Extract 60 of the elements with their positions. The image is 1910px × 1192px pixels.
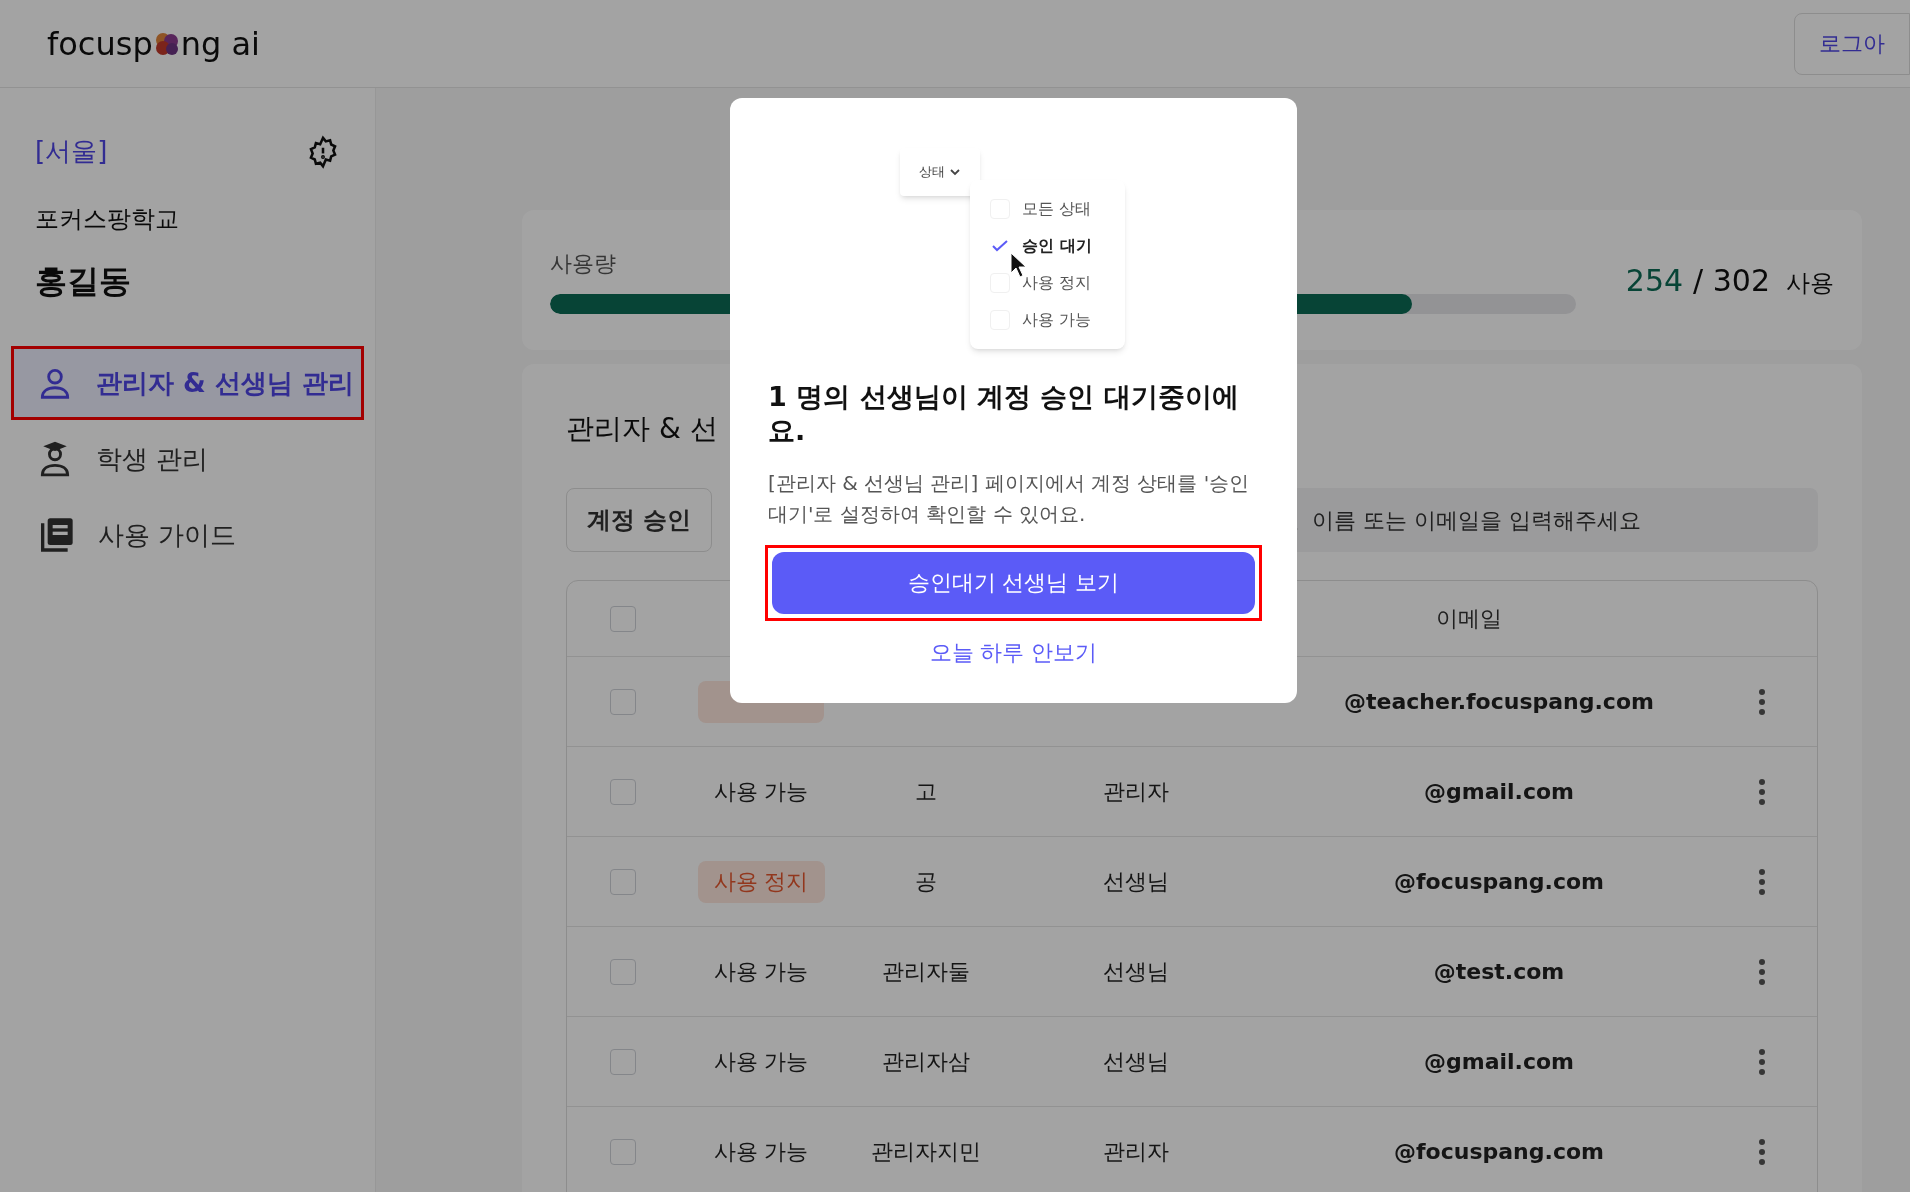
- email-cell-text: @teacher.focuspang.com: [1344, 688, 1654, 716]
- more-icon[interactable]: [1758, 867, 1766, 896]
- email-cell-text: @gmail.com: [1423, 778, 1574, 806]
- role-cell-text: 선생님: [1103, 868, 1169, 896]
- status-option: 승인 대기: [1022, 234, 1092, 258]
- name-cell-text: 공: [915, 868, 937, 896]
- cursor-icon: [1010, 252, 1028, 278]
- checkbox[interactable]: [610, 1048, 636, 1075]
- name-cell-text: 관리자삼: [882, 1048, 970, 1076]
- status-text: 사용 가능: [713, 1138, 809, 1166]
- status-option: 사용 정지: [1022, 271, 1092, 295]
- email-cell-text: @focuspang.com: [1394, 868, 1604, 896]
- region-label: [서울]: [35, 135, 108, 168]
- sidebar-item[interactable]: 관리자 & 선생님 관리: [14, 349, 361, 417]
- name-cell-text: 관리자둘: [882, 958, 970, 986]
- name-cell-text: 고: [915, 778, 937, 806]
- status-badge: 사용 정지: [697, 860, 825, 903]
- checkbox[interactable]: [610, 1138, 636, 1165]
- logo[interactable]: focusp ng ai: [47, 19, 260, 68]
- status-option: 사용 가능: [1022, 308, 1092, 332]
- role-cell-text: 관리자: [1103, 1138, 1169, 1166]
- sidebar-item[interactable]: 학생 관리: [14, 425, 361, 493]
- total-count: / 302: [1693, 261, 1770, 300]
- school-name: 포커스팡학교: [34, 204, 180, 235]
- checkbox[interactable]: [610, 778, 636, 805]
- chevron-down-icon: [949, 166, 961, 178]
- search-input[interactable]: 이름 또는 이메일을 입력해주세요: [1312, 503, 1802, 537]
- checkbox[interactable]: [610, 958, 636, 985]
- user-name: 홍길동: [34, 261, 132, 302]
- checkbox[interactable]: [610, 605, 636, 632]
- more-icon[interactable]: [1758, 777, 1766, 806]
- modal-description: [관리자 & 선생님 관리] 페이지에서 계정 상태를 '승인 대기'로 설정하여 확인할 수 있어요.: [768, 469, 1251, 528]
- role-cell-text: 선생님: [1103, 1048, 1169, 1076]
- panel-title: 관리자 & 선: [566, 411, 718, 447]
- more-icon[interactable]: [1758, 957, 1766, 986]
- dismiss-today-link[interactable]: 오늘 하루 안보기: [929, 635, 1098, 669]
- email-cell-text: @test.com: [1433, 958, 1565, 986]
- logout-button[interactable]: 로그아: [1794, 12, 1910, 75]
- status-text: 사용 가능: [713, 778, 809, 806]
- status-text: 사용 가능: [713, 1048, 809, 1076]
- email-cell-text: @focuspang.com: [1394, 1138, 1604, 1166]
- status-text: 사용 가능: [713, 958, 809, 986]
- email-cell-text: @gmail.com: [1423, 1048, 1574, 1076]
- usage-unit: 사용: [1786, 267, 1834, 299]
- role-cell-text: 관리자: [1103, 778, 1169, 806]
- checkbox[interactable]: [610, 688, 636, 715]
- sidebar-item[interactable]: 사용 가이드: [14, 501, 361, 569]
- usage-label: 사용량: [550, 249, 616, 278]
- more-icon[interactable]: [1758, 1137, 1766, 1166]
- name-cell-text: 관리자지민: [871, 1138, 981, 1166]
- status-option: 모든 상태: [1022, 197, 1092, 221]
- view-pending-button[interactable]: 승인대기 선생님 보기: [772, 551, 1255, 614]
- approve-button[interactable]: 계정 승인: [566, 488, 713, 552]
- more-icon[interactable]: [1758, 1047, 1766, 1076]
- used-count: 254: [1625, 261, 1684, 300]
- column-header: 이메일: [1436, 605, 1502, 633]
- modal-title: 1 명의 선생님이 계정 승인 대기중이에요.: [768, 380, 1240, 448]
- role-cell-text: 선생님: [1103, 958, 1169, 986]
- more-icon[interactable]: [1758, 687, 1766, 716]
- checkbox[interactable]: [610, 868, 636, 895]
